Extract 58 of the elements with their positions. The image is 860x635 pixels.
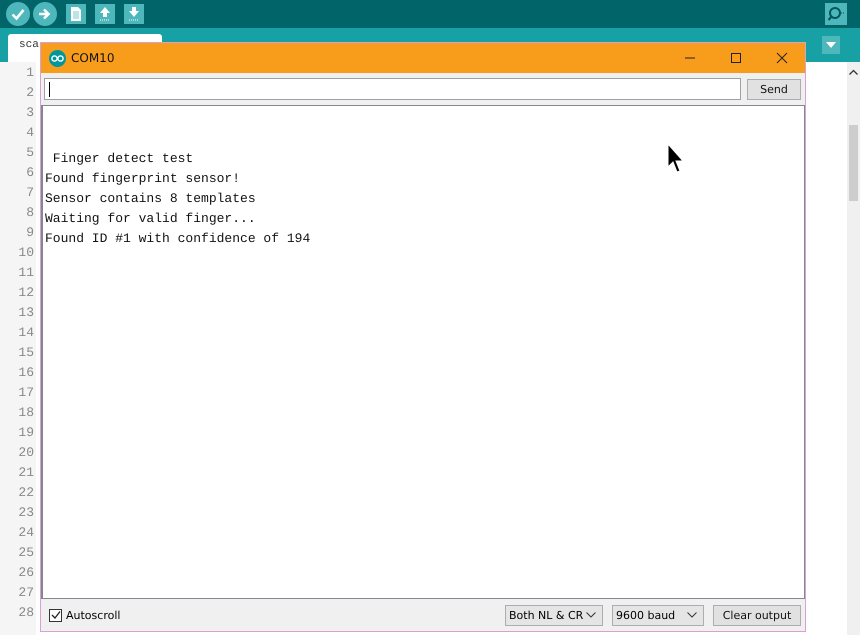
close-icon: [776, 52, 788, 64]
send-button[interactable]: Send: [747, 78, 801, 100]
save-button[interactable]: [124, 4, 144, 24]
chevron-down-icon: [687, 612, 697, 618]
line-number: 27: [17, 584, 35, 602]
output-line: Finger detect test: [52, 150, 194, 168]
line-number: 11: [17, 264, 35, 282]
output-line: Found ID #1 with confidence of 194: [45, 230, 310, 248]
autoscroll-checkbox[interactable]: [49, 608, 62, 622]
line-number: 6: [25, 164, 35, 182]
output-line: Found fingerprint sensor!: [45, 170, 240, 188]
mouse-pointer-icon: [667, 143, 685, 173]
verify-button[interactable]: [6, 2, 30, 26]
line-number: 17: [17, 384, 35, 402]
line-number: 5: [25, 144, 35, 162]
line-ending-dropdown[interactable]: Both NL & CR: [505, 604, 603, 626]
maximize-icon: [730, 52, 742, 64]
output-line: Waiting for valid finger...: [45, 210, 256, 228]
caret-down-icon: [826, 42, 836, 48]
window-title: COM10: [71, 51, 114, 65]
new-file-button[interactable]: [66, 4, 86, 24]
upload-button[interactable]: [33, 2, 57, 26]
line-number: 14: [17, 324, 35, 342]
line-number: 13: [17, 304, 35, 322]
line-number: 1: [25, 64, 35, 82]
scroll-up-icon[interactable]: [849, 69, 858, 75]
clear-output-button[interactable]: Clear output: [713, 604, 801, 626]
app-icon: [49, 50, 66, 66]
line-number: 26: [17, 564, 35, 582]
baud-dropdown[interactable]: 9600 baud: [612, 604, 704, 626]
tab-menu-button[interactable]: [822, 36, 840, 54]
line-number: 20: [17, 444, 35, 462]
scroll-thumb[interactable]: [849, 125, 858, 201]
line-number: 25: [17, 544, 35, 562]
line-number: 24: [17, 524, 35, 542]
line-number: 19: [17, 424, 35, 442]
open-button[interactable]: [95, 4, 115, 24]
line-number: 18: [17, 404, 35, 422]
line-number: 15: [17, 344, 35, 362]
line-number: 9: [25, 224, 35, 242]
line-number: 22: [17, 484, 35, 502]
line-number: 16: [17, 364, 35, 382]
line-number: 28: [17, 604, 35, 622]
output-line: Sensor contains 8 templates: [45, 190, 256, 208]
line-number: 10: [17, 244, 35, 262]
chevron-down-icon: [586, 612, 596, 618]
line-number: 3: [25, 104, 35, 122]
line-number: 21: [17, 464, 35, 482]
input-field[interactable]: [44, 78, 741, 100]
line-number: 23: [17, 504, 35, 522]
serial-monitor-button[interactable]: [825, 3, 847, 25]
line-number: 4: [25, 124, 35, 142]
scrollbar[interactable]: [847, 62, 860, 635]
line-number: 2: [25, 84, 35, 102]
autoscroll-label: Autoscroll: [66, 608, 120, 622]
line-number: 8: [25, 204, 35, 222]
line-number: 7: [25, 184, 35, 202]
line-number: 12: [17, 284, 35, 302]
